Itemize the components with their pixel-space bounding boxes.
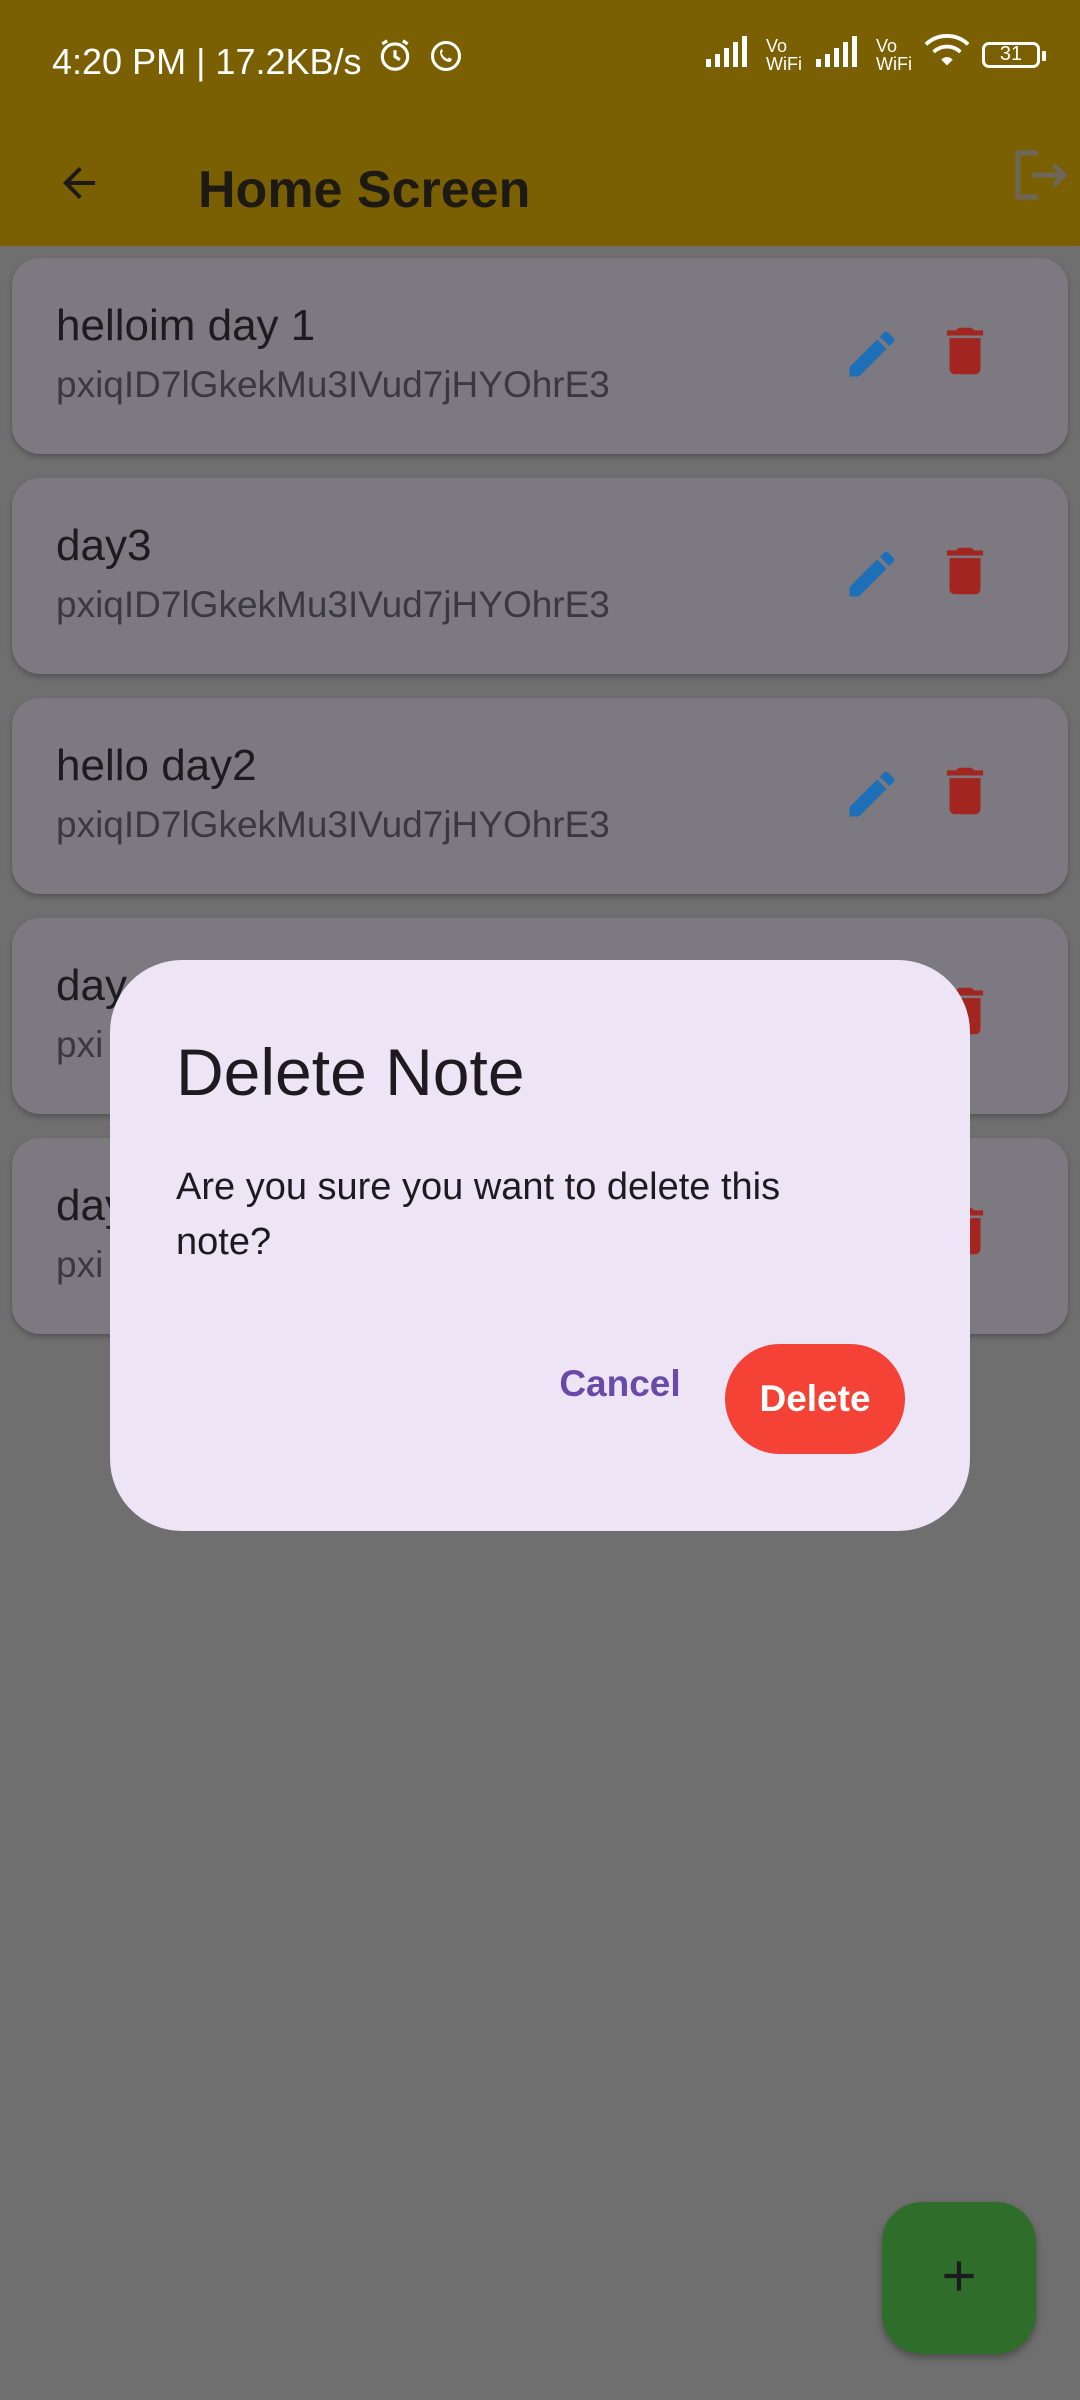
cancel-button[interactable]: Cancel <box>530 1344 710 1424</box>
confirm-delete-button[interactable]: Delete <box>725 1344 905 1454</box>
dialog-title: Delete Note <box>176 1035 525 1109</box>
delete-note-dialog: Delete Note Are you sure you want to del… <box>110 960 970 1531</box>
dialog-message: Are you sure you want to delete this not… <box>176 1166 781 1263</box>
